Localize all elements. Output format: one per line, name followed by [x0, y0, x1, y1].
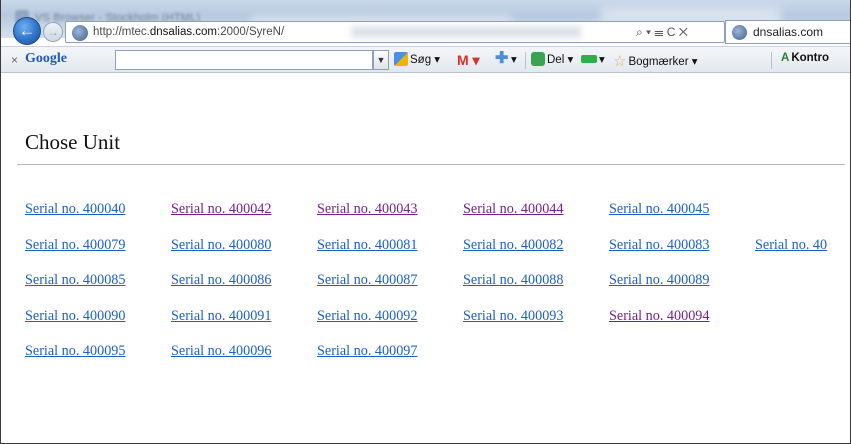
unit-row: Serial no. 400090 Serial no. 400091 Serial…	[25, 308, 850, 344]
page-content: Chose Unit Serial no. 400040 Serial no. 4…	[1, 74, 850, 443]
unit-link-grid: Serial no. 400040 Serial no. 400042 Serial…	[25, 201, 850, 379]
arrow-left-icon: ←	[18, 21, 36, 40]
close-icon[interactable]: ×	[11, 53, 18, 67]
page-title: Chose Unit	[25, 130, 121, 154]
serial-link[interactable]: Serial no. 400079	[25, 237, 125, 254]
serial-link[interactable]: Serial no. 400091	[171, 308, 271, 325]
unit-row: Serial no. 400079 Serial no. 400080 Serial…	[25, 237, 850, 273]
forward-button[interactable]: →	[43, 22, 63, 42]
unit-row: Serial no. 400095 Serial no. 400096 Serial…	[25, 343, 850, 379]
gmail-icon: M ▾	[457, 52, 480, 68]
serial-link[interactable]: Serial no. 400081	[317, 237, 417, 254]
serial-link[interactable]: Serial no. 400042	[171, 201, 271, 218]
arrow-right-icon: →	[47, 25, 59, 39]
serial-link[interactable]: Serial no. 400096	[171, 343, 271, 360]
divider	[17, 164, 845, 165]
plus-icon: ✚	[495, 50, 509, 67]
check-icon: A	[781, 52, 790, 64]
gmail-button[interactable]: M ▾	[457, 52, 480, 69]
address-url[interactable]: http://mtec.dnsalias.com:2000/SyreN/	[93, 26, 284, 38]
serial-link[interactable]: Serial no. 400080	[171, 237, 271, 254]
serial-link[interactable]: Serial no. 400094	[609, 308, 709, 325]
bookmarks-button[interactable]: ☆ Bogmærker ▾	[613, 52, 698, 70]
google-logo: Google	[25, 51, 67, 66]
google-toolbar: × Google ▼ Søg ▾ M ▾ ✚ ▾ Del ▾ ▾ ☆ Bogmæ…	[1, 46, 850, 73]
globe-icon	[72, 25, 88, 41]
serial-link[interactable]: Serial no. 400045	[609, 201, 709, 218]
serial-link[interactable]: Serial no. 400087	[317, 272, 417, 289]
serial-link[interactable]: Serial no. 400088	[463, 272, 563, 289]
tab-dnsalias[interactable]: dnsalias.com	[725, 20, 850, 44]
serial-link[interactable]: Serial no. 400090	[25, 308, 125, 325]
search-button[interactable]: Søg ▾	[394, 52, 440, 66]
share-button[interactable]: Del ▾	[531, 52, 573, 66]
address-tools[interactable]: ⌕ ▾ ☰ C ✕	[636, 25, 688, 40]
serial-link[interactable]: Serial no. 400092	[317, 308, 417, 325]
tab-label: dnsalias.com	[753, 25, 824, 39]
unit-row: Serial no. 400040 Serial no. 400042 Serial…	[25, 201, 850, 237]
back-button[interactable]: ←	[13, 17, 41, 45]
navigation-bar: ← → http://mtec.dnsalias.com:2000/SyreN/…	[1, 17, 850, 45]
serial-link[interactable]: Serial no. 400095	[25, 343, 125, 360]
serial-link[interactable]: Serial no. 400097	[317, 343, 417, 360]
serial-link[interactable]: Serial no. 400089	[609, 272, 709, 289]
serial-link[interactable]: Serial no. 40	[755, 237, 827, 254]
search-color-icon	[394, 52, 408, 66]
google-search-input[interactable]	[115, 50, 373, 70]
star-icon: ☆	[613, 53, 627, 70]
serial-link[interactable]: Serial no. 400040	[25, 201, 125, 218]
serial-link[interactable]: Serial no. 400043	[317, 201, 417, 218]
unit-row: Serial no. 400085 Serial no. 400086 Serial…	[25, 272, 850, 308]
color-bar-button[interactable]: ▾	[581, 52, 605, 66]
search-dropdown-button[interactable]: ▼	[373, 50, 389, 70]
plus-button[interactable]: ✚ ▾	[495, 50, 517, 67]
serial-link[interactable]: Serial no. 400086	[171, 272, 271, 289]
serial-link[interactable]: Serial no. 400044	[463, 201, 563, 218]
serial-link[interactable]: Serial no. 400082	[463, 237, 563, 254]
address-bar[interactable]: http://mtec.dnsalias.com:2000/SyreN/ ⌕ ▾…	[65, 21, 725, 43]
serial-link[interactable]: Serial no. 400083	[609, 237, 709, 254]
green-bar-icon	[581, 55, 597, 63]
chevron-down-icon: ▼	[376, 55, 386, 65]
kontrol-button[interactable]: A Kontro	[781, 52, 829, 64]
browser-window: VS Browser - Stockholm (HTML) ← → http:/…	[0, 0, 851, 444]
share-icon	[531, 52, 545, 66]
globe-icon	[732, 25, 747, 40]
serial-link[interactable]: Serial no. 400093	[463, 308, 563, 325]
serial-link[interactable]: Serial no. 400085	[25, 272, 125, 289]
